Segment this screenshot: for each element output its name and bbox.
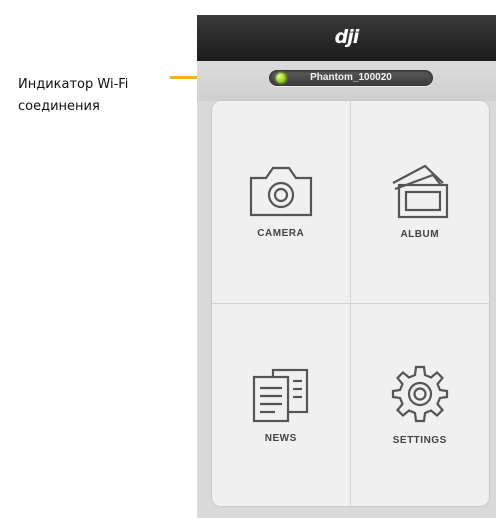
wifi-connection-indicator[interactable]: Phantom_100020 bbox=[269, 70, 433, 86]
camera-label: CAMERA bbox=[257, 228, 305, 240]
camera-icon bbox=[249, 167, 312, 217]
news-tile[interactable]: NEWS bbox=[212, 303, 351, 506]
annotation-line2: соединения bbox=[18, 99, 100, 114]
news-label: NEWS bbox=[264, 433, 297, 445]
status-row: Phantom_100020 bbox=[197, 61, 496, 101]
app-screen: dji Phantom_100020 CAMERA ALBUM NEWS SET… bbox=[197, 15, 496, 518]
dji-logo: dji bbox=[334, 26, 360, 48]
news-icon bbox=[252, 369, 308, 423]
settings-gear-icon bbox=[391, 366, 448, 423]
album-label: ALBUM bbox=[400, 229, 440, 241]
settings-tile[interactable]: SETTINGS bbox=[351, 304, 490, 507]
main-menu-card: CAMERA ALBUM NEWS SETTINGS bbox=[212, 101, 489, 506]
album-icon bbox=[392, 164, 448, 219]
album-tile[interactable]: ALBUM bbox=[350, 101, 489, 304]
wifi-network-name: Phantom_100020 bbox=[310, 72, 392, 83]
settings-label: SETTINGS bbox=[392, 435, 447, 447]
annotation-line1: Индикатор Wi-Fi bbox=[18, 77, 129, 92]
wifi-indicator-annotation: Индикатор Wi-Fi соединения bbox=[18, 74, 168, 118]
camera-tile[interactable]: CAMERA bbox=[212, 101, 351, 304]
top-bar: dji bbox=[197, 15, 496, 61]
